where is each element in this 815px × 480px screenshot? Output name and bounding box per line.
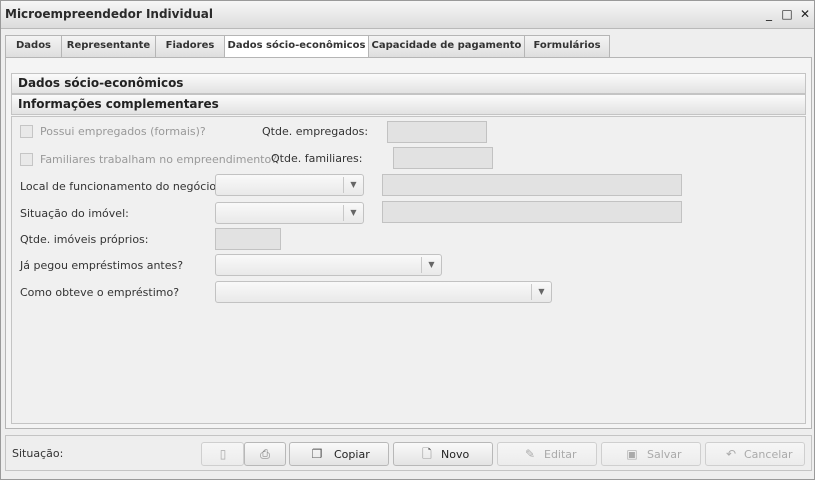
- copy-icon: ❐: [311, 447, 323, 461]
- undo-arrow-icon: ↶: [725, 447, 737, 461]
- employees-qty-label: Qtde. empregados:: [262, 125, 369, 138]
- status-label: Situação:: [12, 447, 64, 460]
- printer-icon: ⎙: [260, 447, 270, 461]
- family-qty-field[interactable]: [393, 147, 493, 169]
- footer-toolbar: Situação: ▯ ⎙ ❐ Copiar 🗋 Novo ✎ Editar ▣…: [5, 435, 812, 471]
- close-icon[interactable]: ✕: [797, 5, 813, 23]
- title-bar: Microempreendedor Individual _ □ ✕: [1, 1, 814, 29]
- save-button[interactable]: ▣ Salvar: [601, 442, 701, 466]
- section-header-dados-socio: Dados sócio-econômicos: [11, 73, 806, 94]
- new-button[interactable]: 🗋 Novo: [393, 442, 493, 466]
- edit-button[interactable]: ✎ Editar: [497, 442, 597, 466]
- form-panel: Possui empregados (formais)? Qtde. empre…: [11, 116, 806, 424]
- tab-representante[interactable]: Representante: [61, 35, 156, 57]
- tab-content: Dados sócio-econômicos Informações compl…: [5, 57, 812, 429]
- maximize-icon[interactable]: □: [779, 5, 795, 23]
- chevron-down-icon: ▼: [421, 257, 441, 273]
- employees-checkbox-label: Possui empregados (formais)?: [40, 125, 206, 138]
- tab-formularios[interactable]: Formulários: [524, 35, 610, 57]
- property-other-field[interactable]: [382, 201, 682, 223]
- family-checkbox-label: Familiares trabalham no empreendimento?: [40, 153, 278, 166]
- location-other-field[interactable]: [382, 174, 682, 196]
- chevron-down-icon: ▼: [343, 205, 363, 221]
- tab-fiadores[interactable]: Fiadores: [155, 35, 225, 57]
- floppy-disk-icon: ▣: [626, 447, 638, 461]
- tab-dados-socio-economicos[interactable]: Dados sócio-econômicos: [224, 35, 369, 58]
- minimize-icon[interactable]: _: [761, 5, 777, 23]
- new-document-icon: 🗋: [422, 447, 432, 461]
- attach-button[interactable]: ▯: [201, 442, 244, 466]
- chevron-down-icon: ▼: [343, 177, 363, 193]
- loan-before-select[interactable]: ▼: [215, 254, 442, 276]
- own-properties-field[interactable]: [215, 228, 281, 250]
- employees-checkbox[interactable]: [20, 125, 33, 138]
- paperclip-icon: ▯: [219, 447, 227, 461]
- section-header-info-complementares: Informações complementares: [11, 94, 806, 115]
- window-title: Microempreendedor Individual: [5, 7, 213, 21]
- employees-qty-field[interactable]: [387, 121, 487, 143]
- tab-dados[interactable]: Dados: [5, 35, 62, 57]
- loan-before-label: Já pegou empréstimos antes?: [20, 259, 184, 272]
- copy-button[interactable]: ❐ Copiar: [289, 442, 389, 466]
- property-label: Situação do imóvel:: [20, 207, 129, 220]
- location-label: Local de funcionamento do negócio:: [20, 180, 220, 193]
- own-properties-label: Qtde. imóveis próprios:: [20, 233, 149, 246]
- tab-capacidade-pagamento[interactable]: Capacidade de pagamento: [368, 35, 525, 57]
- cancel-button[interactable]: ↶ Cancelar: [705, 442, 805, 466]
- family-checkbox[interactable]: [20, 153, 33, 166]
- chevron-down-icon: ▼: [531, 284, 551, 300]
- property-select[interactable]: ▼: [215, 202, 364, 224]
- main-window: Microempreendedor Individual _ □ ✕ Dados…: [0, 0, 815, 480]
- print-button[interactable]: ⎙: [244, 442, 286, 466]
- loan-how-label: Como obteve o empréstimo?: [20, 286, 180, 299]
- family-qty-label: Qtde. familiares:: [271, 152, 363, 165]
- loan-how-select[interactable]: ▼: [215, 281, 552, 303]
- location-select[interactable]: ▼: [215, 174, 364, 196]
- pencil-icon: ✎: [524, 447, 536, 461]
